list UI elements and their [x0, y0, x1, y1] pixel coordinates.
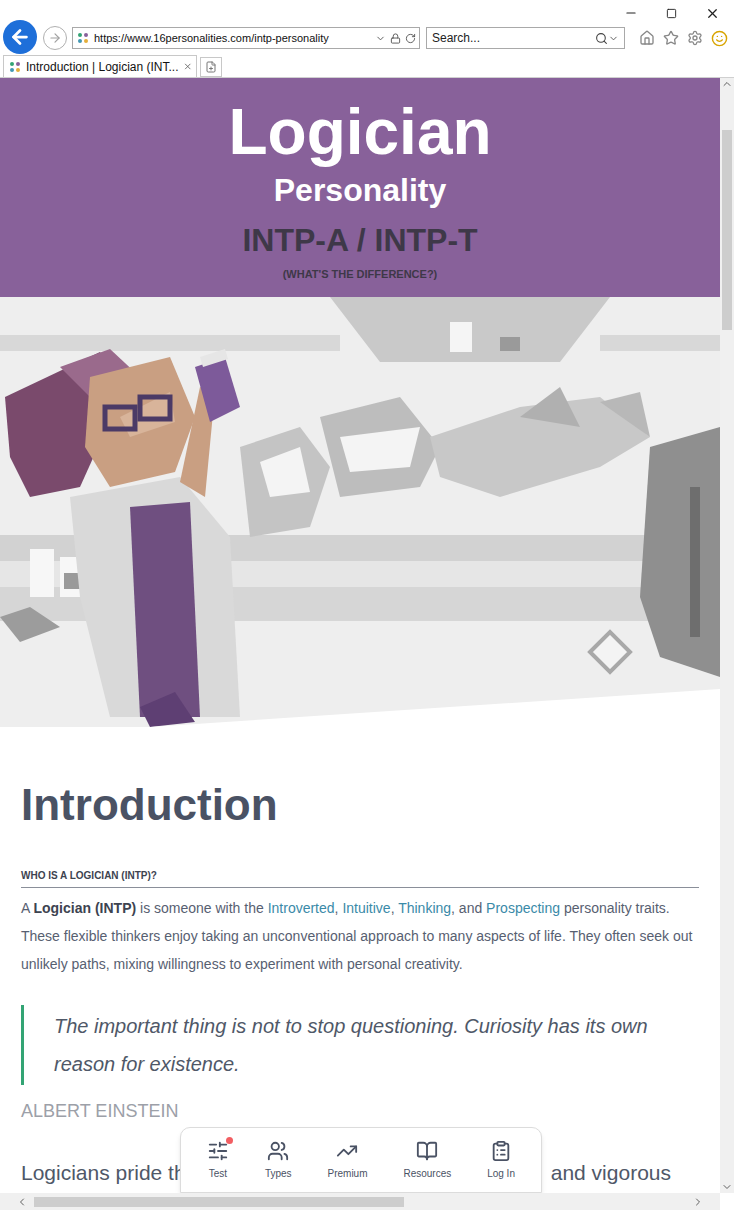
text-run: A	[21, 900, 33, 916]
window-controls	[72, 0, 734, 26]
section-label: WHO IS A LOGICIAN (INTP)?	[21, 869, 699, 888]
favorites-icon[interactable]	[663, 30, 679, 46]
maximize-icon[interactable]	[666, 8, 677, 19]
back-arrow-icon	[9, 26, 31, 48]
search-box[interactable]: Search...	[426, 27, 625, 49]
new-tab-button[interactable]	[200, 57, 222, 77]
difference-link[interactable]: (WHAT'S THE DIFFERENCE?)	[283, 266, 438, 282]
text-run: is someone with the	[136, 900, 268, 916]
type-codes: INTP-A / INTP-T	[242, 218, 477, 262]
url-text: https://www.16personalities.com/intp-per…	[94, 30, 371, 47]
dropdown-icon[interactable]	[375, 33, 386, 44]
bold-text: Logician (INTP)	[33, 900, 136, 916]
refresh-icon[interactable]	[405, 33, 416, 44]
scroll-right-icon[interactable]	[692, 1196, 704, 1208]
bottom-nav: Test Types Premium Resources Log In	[180, 1127, 542, 1193]
nav-item[interactable]: Premium	[325, 1140, 369, 1180]
trait-link[interactable]: Thinking	[398, 900, 451, 916]
horizontal-scrollbar[interactable]	[0, 1193, 720, 1210]
scroll-up-icon[interactable]	[721, 78, 733, 90]
nav-item-icon	[207, 1140, 229, 1162]
lab-illustration	[0, 297, 720, 727]
search-placeholder: Search...	[432, 29, 595, 47]
address-bar[interactable]: https://www.16personalities.com/intp-per…	[72, 27, 420, 49]
close-icon[interactable]	[705, 6, 720, 21]
browser-toolbar: https://www.16personalities.com/intp-per…	[0, 0, 734, 54]
intro-paragraph: A Logician (INTP) is someone with the In…	[21, 894, 701, 978]
trait-link[interactable]: Intuitive	[342, 900, 390, 916]
nav-item[interactable]: Resources	[401, 1140, 453, 1180]
scroll-left-icon[interactable]	[16, 1196, 28, 1208]
trait-link[interactable]: Introverted	[268, 900, 335, 916]
forward-arrow-icon	[48, 31, 62, 45]
quote: The important thing is not to stop quest…	[21, 1005, 701, 1085]
page-content: LogicianPersonality INTP-A / INTP-T (WHAT'…	[0, 78, 720, 1193]
nav-item-icon	[490, 1140, 512, 1162]
browser-window: https://www.16personalities.com/intp-per…	[0, 0, 734, 1215]
nav-label: Test	[209, 1168, 227, 1180]
vertical-scrollbar[interactable]	[720, 78, 734, 1193]
smiley-icon[interactable]	[711, 30, 728, 47]
home-icon[interactable]	[639, 30, 655, 46]
section-heading: Introduction	[21, 777, 699, 833]
paragraph-end: and vigorous	[551, 1159, 671, 1187]
nav-label: Types	[265, 1168, 292, 1180]
nav-item-icon	[416, 1140, 438, 1162]
text-run: ,	[391, 900, 399, 916]
paragraph-start: Logicians pride th	[21, 1159, 186, 1187]
browser-tab[interactable]: Introduction | Logician (INT...	[3, 55, 197, 77]
tab-close-icon[interactable]	[183, 61, 192, 72]
nav-item-icon	[267, 1140, 289, 1162]
type-subtitle: Personality	[274, 170, 447, 210]
type-header: LogicianPersonality INTP-A / INTP-T (WHAT'…	[0, 78, 720, 297]
new-tab-icon	[205, 61, 217, 73]
nav-item[interactable]: Types	[263, 1140, 294, 1180]
quote-text: The important thing is not to stop quest…	[54, 1007, 701, 1083]
site-favicon-icon	[76, 31, 90, 45]
nav-label: Resources	[403, 1168, 451, 1180]
text-run: , and	[451, 900, 486, 916]
trait-link[interactable]: Prospecting	[486, 900, 560, 916]
nav-item[interactable]: Test	[205, 1140, 231, 1180]
quote-author: ALBERT EINSTEIN	[21, 1099, 699, 1123]
tab-label: Introduction | Logician (INT...	[26, 58, 179, 76]
search-dropdown-icon[interactable]	[608, 33, 619, 44]
horizontal-scroll-thumb[interactable]	[34, 1197, 404, 1207]
lock-icon	[390, 33, 401, 44]
forward-button[interactable]	[43, 26, 67, 50]
type-title: Logician	[228, 94, 491, 170]
nav-label: Premium	[327, 1168, 367, 1180]
minimize-icon[interactable]	[624, 6, 638, 20]
search-icon[interactable]	[595, 32, 608, 45]
back-button[interactable]	[3, 20, 37, 54]
notification-dot	[226, 1137, 233, 1144]
scroll-down-icon[interactable]	[721, 1181, 733, 1193]
article: Introduction WHO IS A LOGICIAN (INTP)? A L…	[0, 727, 720, 1187]
gear-icon[interactable]	[687, 30, 703, 46]
nav-label: Log In	[487, 1168, 515, 1180]
tab-strip: Introduction | Logician (INT...	[0, 54, 734, 78]
nav-item-icon	[336, 1140, 358, 1162]
nav-item[interactable]: Log In	[485, 1140, 517, 1180]
site-favicon-icon	[8, 60, 22, 74]
scroll-thumb[interactable]	[722, 130, 732, 330]
text-run: ,	[335, 900, 343, 916]
